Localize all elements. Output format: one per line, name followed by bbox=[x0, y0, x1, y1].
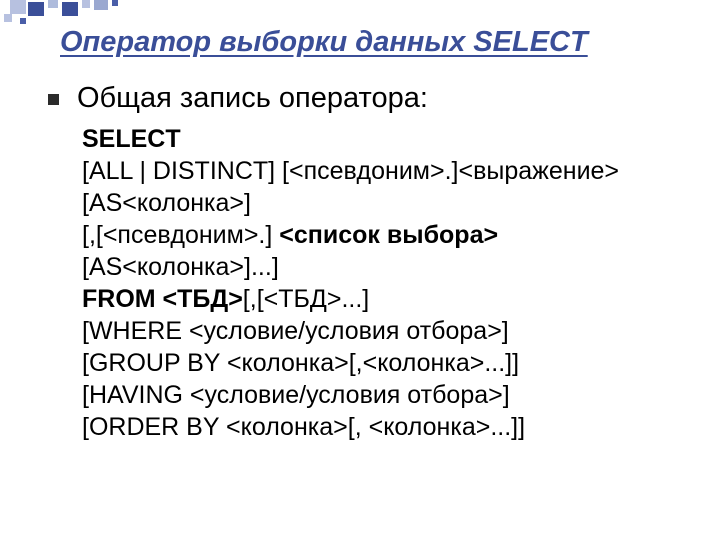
syntax-line: [HAVING <условие/условия отбора>] bbox=[82, 379, 686, 411]
syntax-line: FROM <ТБД>[,[<ТБД>...] bbox=[82, 283, 686, 315]
deco-square bbox=[112, 0, 118, 6]
syntax-line: [WHERE <условие/условия отбора>] bbox=[82, 315, 686, 347]
deco-square bbox=[4, 14, 12, 22]
deco-square bbox=[10, 0, 26, 14]
deco-square bbox=[82, 0, 90, 8]
lead-text: Общая запись оператора: bbox=[77, 82, 428, 115]
slide-body: Общая запись оператора: SELECT [ALL | DI… bbox=[46, 82, 686, 443]
syntax-frag: [,[<псевдоним>.] bbox=[82, 221, 279, 249]
syntax-line: [ALL | DISTINCT] [<псевдоним>.]<выражени… bbox=[82, 155, 686, 219]
bullet-icon bbox=[48, 94, 59, 105]
syntax-frag: [AS<колонка>]...] bbox=[82, 253, 279, 281]
syntax-frag: [,[<ТБД>...] bbox=[243, 285, 369, 313]
syntax-block: SELECT [ALL | DISTINCT] [<псевдоним>.]<в… bbox=[82, 123, 686, 443]
syntax-line: [ORDER BY <колонка>[, <колонка>...]] bbox=[82, 411, 686, 443]
deco-square bbox=[94, 0, 108, 10]
kw-from: FROM <ТБД> bbox=[82, 285, 243, 313]
slide: Оператор выборки данных SELECT Общая зап… bbox=[0, 0, 720, 540]
slide-title: Оператор выборки данных SELECT bbox=[60, 26, 686, 59]
syntax-line: [GROUP BY <колонка>[,<колонка>...]] bbox=[82, 347, 686, 379]
syntax-line: [,[<псевдоним>.] <список выбора>[AS<коло… bbox=[82, 219, 686, 283]
lead-row: Общая запись оператора: bbox=[46, 82, 686, 115]
deco-square bbox=[20, 18, 26, 24]
deco-square bbox=[62, 2, 78, 16]
kw-select: SELECT bbox=[82, 125, 181, 153]
deco-square bbox=[28, 2, 44, 16]
syntax-frag-bold: <список выбора> bbox=[279, 221, 498, 249]
deco-square bbox=[48, 0, 58, 8]
